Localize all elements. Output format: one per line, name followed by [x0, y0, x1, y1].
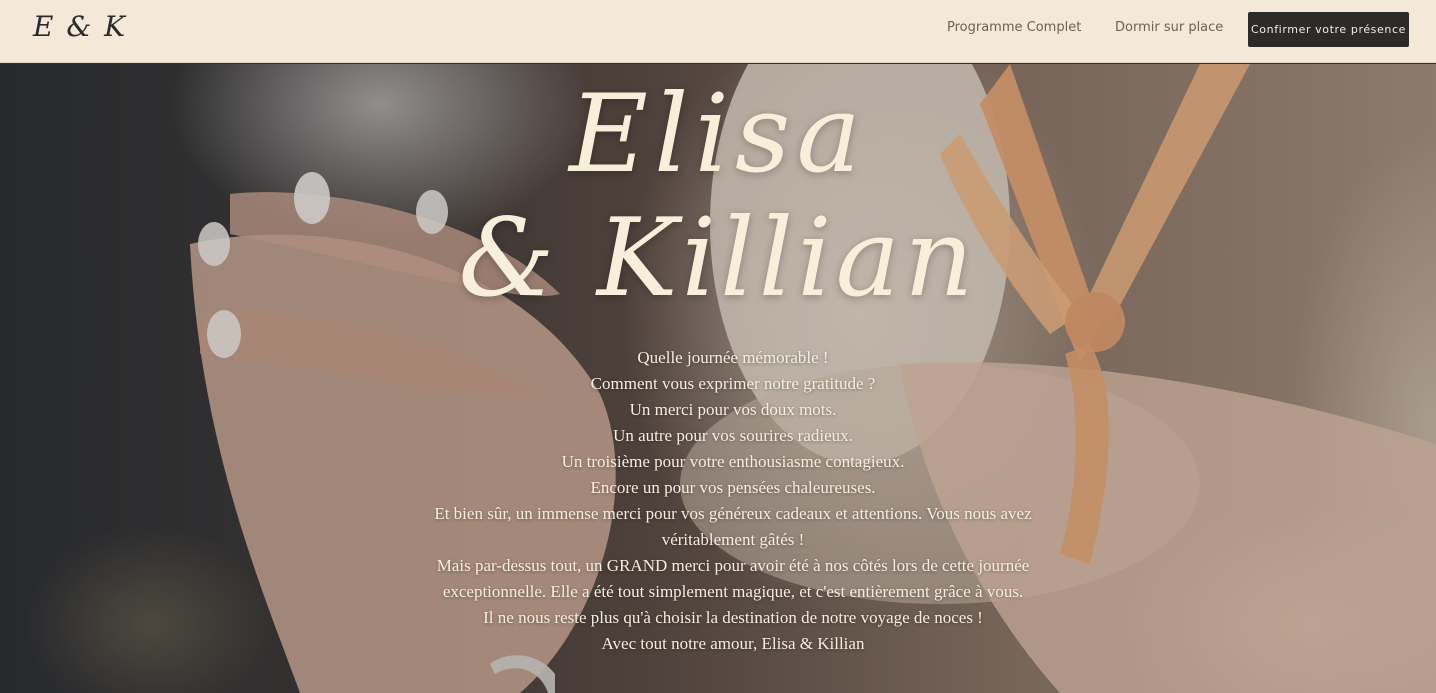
hero-title-second-name: & Killian [458, 196, 978, 321]
hero-section: Elisa & Killian Quelle journée mémorable… [0, 64, 1436, 693]
message-line: Encore un pour vos pensées chaleureuses. [590, 478, 876, 497]
message-line: Il ne nous reste plus qu'à choisir la de… [483, 608, 983, 627]
message-line: Mais par-dessus tout, un GRAND merci pou… [436, 556, 1030, 601]
message-line: Un troisième pour votre enthousiasme con… [561, 452, 905, 471]
nav-link-dormir-sur-place[interactable]: Dormir sur place [1115, 20, 1223, 35]
site-logo[interactable]: E & K [33, 10, 127, 43]
top-nav-bar: E & K Programme Complet Dormir sur place… [0, 0, 1436, 63]
confirm-attendance-button[interactable]: Confirmer votre présence [1248, 12, 1409, 47]
message-line: Un merci pour vos doux mots. [629, 400, 837, 419]
nav-link-programme-complet[interactable]: Programme Complet [947, 20, 1081, 35]
message-line: Un autre pour vos sourires radieux. [613, 426, 853, 445]
hero-title-first-name: Elisa [569, 72, 867, 197]
message-line: Et bien sûr, un immense merci pour vos g… [434, 504, 1032, 549]
message-line: Comment vous exprimer notre gratitude ? [590, 374, 876, 393]
message-line: Avec tout notre amour, Elisa & Killian [601, 634, 865, 653]
thank-you-message: Quelle journée mémorable ! Comment vous … [398, 345, 1068, 657]
message-line: Quelle journée mémorable ! [637, 348, 829, 367]
